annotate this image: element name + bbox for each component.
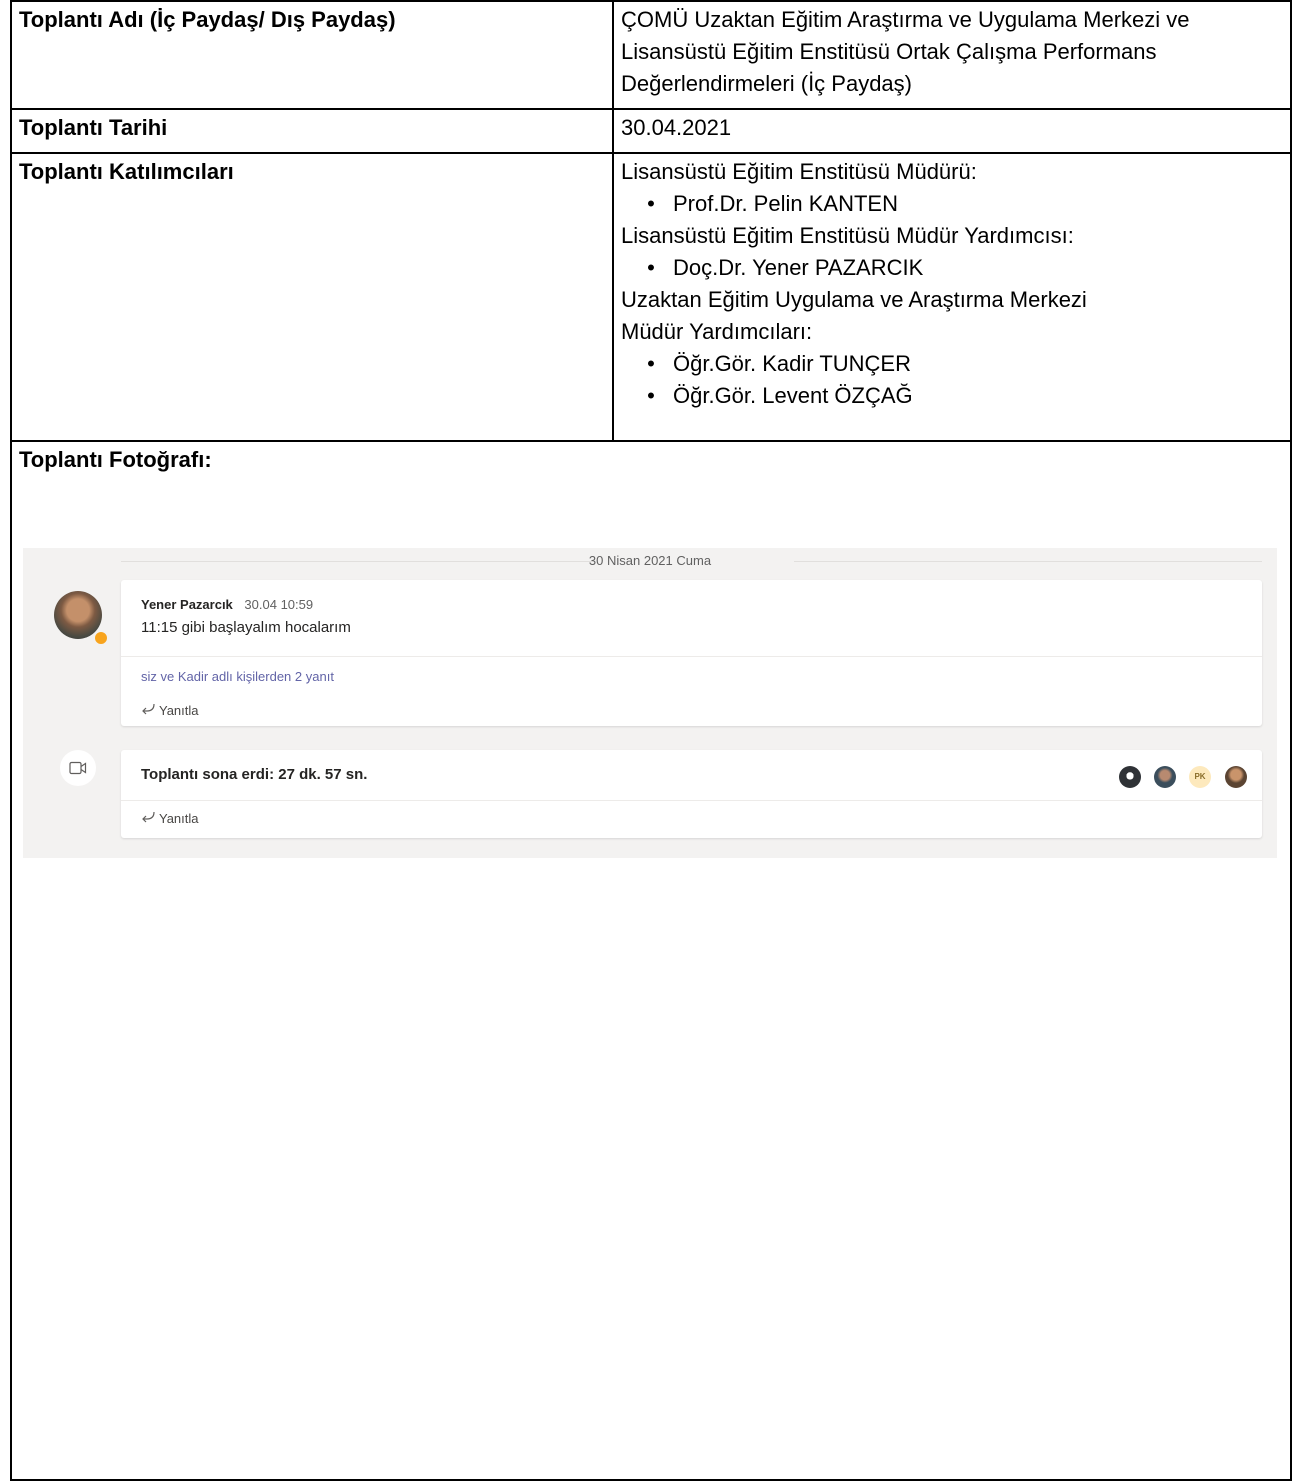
reply-button[interactable]: Yanıtla	[141, 810, 199, 828]
teams-chat-screenshot: 30 Nisan 2021 Cuma Yener Pazarcık 30.04 …	[23, 548, 1277, 858]
meeting-date-label: Toplantı Tarihi	[10, 108, 614, 154]
participant-avatar[interactable]	[1225, 766, 1247, 788]
participant-group-title: Lisansüstü Eğitim Enstitüsü Müdürü:	[621, 159, 977, 184]
participant-group-title: Lisansüstü Eğitim Enstitüsü Müdür Yardım…	[621, 223, 1074, 248]
replies-link[interactable]: siz ve Kadir adlı kişilerden 2 yanıt	[141, 668, 334, 686]
photo-label: Toplantı Fotoğrafı:	[19, 447, 212, 472]
reply-arrow-icon	[141, 810, 159, 828]
participant-item: Öğr.Gör. Kadir TUNÇER	[621, 348, 1284, 380]
participants-list: Lisansüstü Eğitim Enstitüsü Müdürü: Prof…	[612, 152, 1292, 442]
message-header: Yener Pazarcık 30.04 10:59	[141, 596, 313, 614]
reply-label: Yanıtla	[159, 703, 199, 718]
meeting-ended-text: Toplantı sona erdi: 27 dk. 57 sn.	[141, 766, 368, 783]
meeting-name-row: Toplantı Adı (İç Paydaş/ Dış Paydaş) ÇOM…	[10, 0, 1292, 110]
message-author[interactable]: Yener Pazarcık	[141, 597, 233, 612]
participant-item: Öğr.Gör. Levent ÖZÇAĞ	[621, 380, 1284, 412]
chat-message-card: Yener Pazarcık 30.04 10:59 11:15 gibi ba…	[121, 580, 1262, 726]
video-camera-icon	[60, 750, 96, 786]
photo-row: Toplantı Fotoğrafı: 30 Nisan 2021 Cuma Y…	[10, 440, 1292, 1481]
reply-button[interactable]: Yanıtla	[141, 702, 199, 720]
participant-group-title: Uzaktan Eğitim Uygulama ve Araştırma Mer…	[621, 287, 1087, 312]
reply-label: Yanıtla	[159, 811, 199, 826]
participants-label: Toplantı Katılımcıları	[10, 152, 614, 442]
meeting-form-table: Toplantı Adı (İç Paydaş/ Dış Paydaş) ÇOM…	[10, 0, 1292, 1481]
divider	[121, 800, 1262, 801]
participant-group-title: Müdür Yardımcıları:	[621, 319, 813, 344]
meeting-date-row: Toplantı Tarihi 30.04.2021	[10, 108, 1292, 154]
participant-avatar[interactable]	[1154, 766, 1176, 788]
participant-item: Prof.Dr. Pelin KANTEN	[621, 188, 1284, 220]
meeting-ended-card: Toplantı sona erdi: 27 dk. 57 sn. PK Yan…	[121, 750, 1262, 838]
participants-row: Toplantı Katılımcıları Lisansüstü Eğitim…	[10, 152, 1292, 442]
status-away-icon	[93, 630, 109, 646]
photo-cell: Toplantı Fotoğrafı: 30 Nisan 2021 Cuma Y…	[10, 440, 1292, 1481]
divider	[121, 656, 1262, 657]
message-timestamp: 30.04 10:59	[244, 597, 314, 612]
participant-avatar[interactable]	[1119, 766, 1141, 788]
message-text: 11:15 gibi başlayalım hocalarım	[141, 619, 351, 636]
meeting-date-value: 30.04.2021	[612, 108, 1292, 154]
reply-arrow-icon	[141, 702, 159, 720]
participant-item: Doç.Dr. Yener PAZARCIK	[621, 252, 1284, 284]
meeting-name-label: Toplantı Adı (İç Paydaş/ Dış Paydaş)	[10, 0, 614, 110]
meeting-name-value: ÇOMÜ Uzaktan Eğitim Araştırma ve Uygulam…	[612, 0, 1292, 110]
participant-avatar-initials[interactable]: PK	[1189, 766, 1211, 788]
date-separator: 30 Nisan 2021 Cuma	[23, 548, 1277, 574]
date-separator-text: 30 Nisan 2021 Cuma	[588, 553, 712, 568]
